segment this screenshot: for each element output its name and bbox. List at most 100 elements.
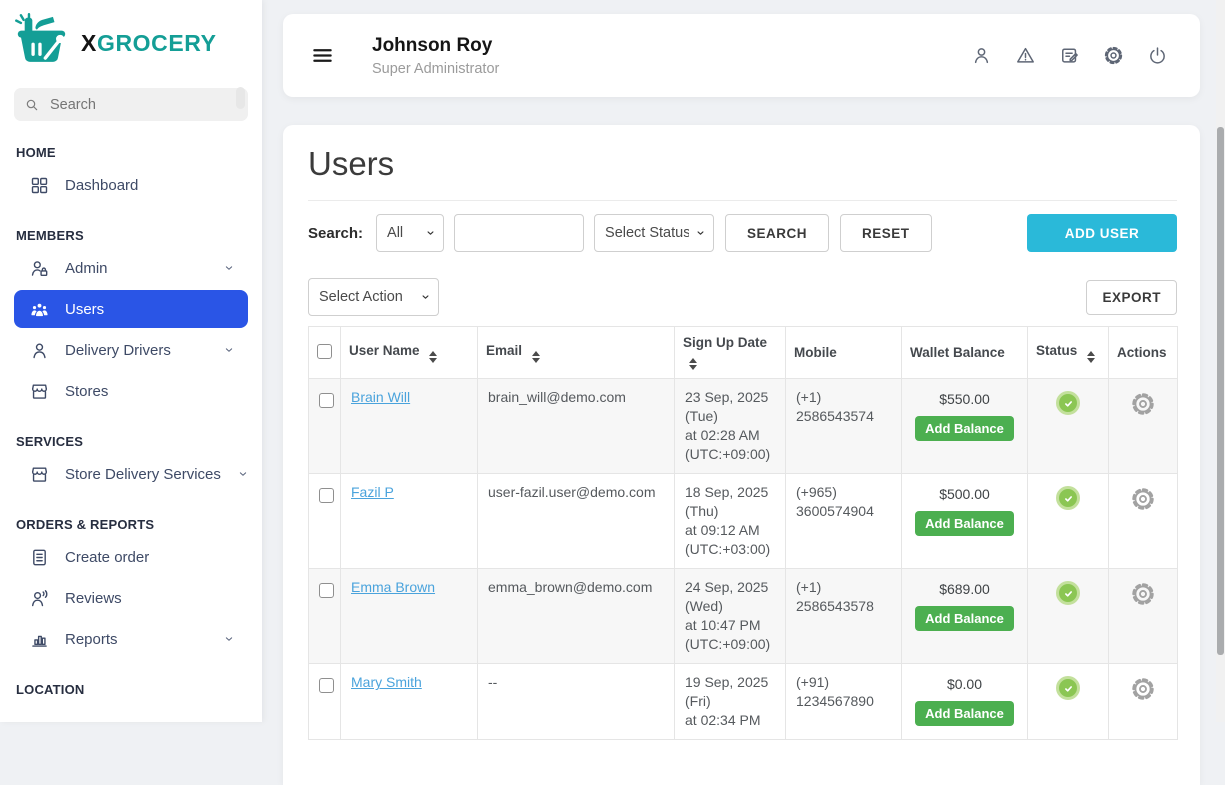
row-checkbox[interactable] <box>319 583 334 598</box>
table-header-row: User Name Email Sign Up Date Mobile Walle… <box>309 327 1178 379</box>
column-header-label: Status <box>1036 343 1077 358</box>
cell-email: brain_will@demo.com <box>478 379 675 474</box>
nav-section-label-home: HOME <box>16 145 246 160</box>
sidebar-item-label: Stores <box>65 383 108 400</box>
header-icon-group <box>969 43 1170 68</box>
status-select[interactable]: Select Status <box>594 214 714 252</box>
add-balance-button[interactable]: Add Balance <box>915 511 1014 536</box>
table-row: Fazil Puser-fazil.user@demo.com18 Sep, 2… <box>309 474 1178 569</box>
column-header-label: Wallet Balance <box>910 345 1005 360</box>
search-field-select[interactable]: All <box>376 214 444 252</box>
column-header-wallet-balance: Wallet Balance <box>902 327 1028 379</box>
gear-button[interactable] <box>1101 43 1126 68</box>
sidebar-search-input[interactable] <box>48 96 238 114</box>
status-active-check-icon[interactable] <box>1056 391 1080 415</box>
row-actions-gear-icon[interactable] <box>1130 676 1156 702</box>
cell-mobile: (+1)2586543578 <box>786 569 902 664</box>
balance-amount: $689.00 <box>912 580 1017 599</box>
signup-date-line: 23 Sep, 2025 <box>685 388 775 407</box>
page-title: Users <box>308 145 1177 183</box>
mobile-line: (+1) <box>796 578 891 597</box>
sidebar-item-reviews[interactable]: Reviews <box>14 579 248 617</box>
sidebar-item-store-delivery-services[interactable]: Store Delivery Services <box>14 455 248 493</box>
user-button[interactable] <box>969 43 994 68</box>
page-scrollbar-thumb[interactable] <box>1217 127 1224 655</box>
store-icon <box>29 464 50 485</box>
column-header-status[interactable]: Status <box>1028 327 1109 379</box>
add-balance-button[interactable]: Add Balance <box>915 701 1014 726</box>
column-header-user-name[interactable]: User Name <box>341 327 478 379</box>
cell-status <box>1028 569 1109 664</box>
signup-date-line: (UTC:+03:00) <box>685 540 775 559</box>
signup-date-line: at 02:34 PM <box>685 711 775 730</box>
sidebar-item-label: Store Delivery Services <box>65 466 221 483</box>
select-all-checkbox[interactable] <box>317 344 332 359</box>
column-header-sign-up-date[interactable]: Sign Up Date <box>675 327 786 379</box>
column-header-label: User Name <box>349 343 420 358</box>
column-header-email[interactable]: Email <box>478 327 675 379</box>
row-checkbox[interactable] <box>319 678 334 693</box>
search-keyword-input[interactable] <box>454 214 584 252</box>
form-edit-button[interactable] <box>1057 43 1082 68</box>
sidebar-item-delivery-drivers[interactable]: Delivery Drivers <box>14 331 248 369</box>
users-group-icon <box>29 299 50 320</box>
user-name-link[interactable]: Mary Smith <box>351 674 422 690</box>
sort-icon[interactable] <box>1087 351 1095 363</box>
signup-date-line: (Wed) <box>685 597 775 616</box>
alert-triangle-button[interactable] <box>1013 43 1038 68</box>
sidebar-item-admin[interactable]: Admin <box>14 249 248 287</box>
reset-button[interactable]: RESET <box>840 214 932 252</box>
status-active-check-icon[interactable] <box>1056 581 1080 605</box>
sidebar-item-label: Dashboard <box>65 177 138 194</box>
row-actions-gear-icon[interactable] <box>1130 581 1156 607</box>
sort-icon[interactable] <box>429 351 437 363</box>
bar-chart-icon <box>29 629 50 650</box>
bulk-action-select[interactable]: Select Action <box>308 278 439 316</box>
row-actions-gear-icon[interactable] <box>1130 486 1156 512</box>
brand-logo[interactable]: XGROCERY <box>0 0 262 73</box>
menu-toggle-button[interactable] <box>309 42 336 69</box>
cell-select <box>309 664 341 740</box>
user-name-link[interactable]: Emma Brown <box>351 579 435 595</box>
user-name-link[interactable]: Brain Will <box>351 389 410 405</box>
add-user-button[interactable]: ADD USER <box>1027 214 1177 252</box>
column-header-mobile: Mobile <box>786 327 902 379</box>
export-button[interactable]: EXPORT <box>1086 280 1177 315</box>
sort-icon[interactable] <box>689 358 697 370</box>
signup-date-line: (UTC:+09:00) <box>685 635 775 654</box>
table-row: Emma Brownemma_brown@demo.com24 Sep, 202… <box>309 569 1178 664</box>
sidebar-item-dashboard[interactable]: Dashboard <box>14 166 248 204</box>
status-select-wrap: Select Status <box>594 214 714 252</box>
row-actions-gear-icon[interactable] <box>1130 391 1156 417</box>
status-active-check-icon[interactable] <box>1056 676 1080 700</box>
search-button[interactable]: SEARCH <box>725 214 829 252</box>
signup-date-line: at 02:28 AM <box>685 426 775 445</box>
chevron-down-icon <box>222 632 236 646</box>
column-header-actions: Actions <box>1109 327 1178 379</box>
cell-status <box>1028 664 1109 740</box>
driver-icon <box>29 340 50 361</box>
row-checkbox[interactable] <box>319 393 334 408</box>
sidebar-scrollbar-thumb[interactable] <box>236 87 245 109</box>
sidebar-nav: HOMEDashboardMEMBERSAdminUsersDelivery D… <box>0 145 262 697</box>
document-icon <box>29 547 50 568</box>
add-balance-button[interactable]: Add Balance <box>915 606 1014 631</box>
search-field-select-wrap: All <box>376 214 444 252</box>
sidebar-item-users[interactable]: Users <box>14 290 248 328</box>
status-active-check-icon[interactable] <box>1056 486 1080 510</box>
sidebar: XGROCERY HOMEDashboardMEMBERSAdminUsersD… <box>0 0 262 722</box>
power-button[interactable] <box>1145 43 1170 68</box>
sidebar-item-create-order[interactable]: Create order <box>14 538 248 576</box>
sort-icon[interactable] <box>532 351 540 363</box>
search-icon <box>24 97 40 113</box>
user-name-link[interactable]: Fazil P <box>351 484 394 500</box>
row-checkbox[interactable] <box>319 488 334 503</box>
sidebar-item-stores[interactable]: Stores <box>14 372 248 410</box>
add-balance-button[interactable]: Add Balance <box>915 416 1014 441</box>
page-scrollbar[interactable] <box>1216 0 1225 722</box>
email-text: -- <box>488 674 497 690</box>
cell-email: emma_brown@demo.com <box>478 569 675 664</box>
nav-section-label-location: LOCATION <box>16 682 246 697</box>
cell-mobile: (+1)2586543574 <box>786 379 902 474</box>
sidebar-item-reports[interactable]: Reports <box>14 620 248 658</box>
